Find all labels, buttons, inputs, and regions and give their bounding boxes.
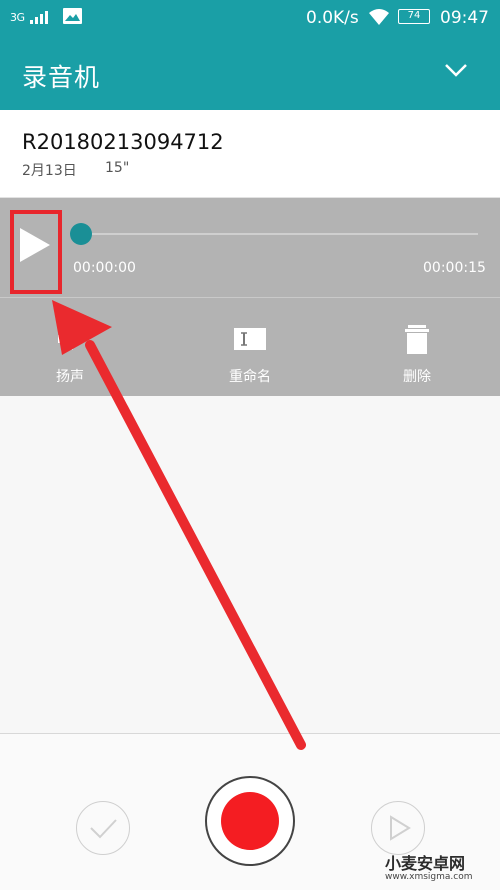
playback-panel: 00:00:00 00:00:15 [0,198,500,298]
wifi-icon [369,9,389,25]
total-time: 00:00:15 [423,260,486,276]
rename-button[interactable]: 重命名 [190,298,310,396]
record-button[interactable] [205,776,295,866]
play-list-button[interactable] [371,801,425,855]
progress-track[interactable] [80,233,478,235]
record-icon [221,792,279,850]
speaker-button[interactable]: 扬声 [10,298,130,396]
delete-label: 删除 [403,369,431,385]
trash-icon [405,325,429,354]
progress-thumb[interactable] [70,223,92,245]
play-list-icon [389,814,411,841]
delete-button[interactable]: 删除 [357,298,477,396]
app-title: 录音机 [22,63,101,92]
clock: 09:47 [440,8,489,28]
chevron-down-icon[interactable] [444,62,468,78]
speaker-icon [58,328,73,350]
status-bar: 3G 0.0K/s 74 09:47 [0,0,500,36]
check-button[interactable] [76,801,130,855]
network-speed: 0.0K/s [306,8,359,28]
recording-name: R20180213094712 [22,130,224,154]
speaker-label: 扬声 [56,369,84,385]
watermark: 小麦安卓网 www.xmsigma.com [385,848,500,890]
recording-date: 2月13日 [22,163,77,179]
current-time: 00:00:00 [73,260,136,276]
annotation-highlight-box [10,210,62,294]
rename-icon [234,328,266,350]
network-type: 3G [10,11,25,24]
battery-icon: 74 [398,9,430,24]
image-icon [63,8,82,24]
watermark-url: www.xmsigma.com [385,872,473,882]
app-bar: 录音机 [0,36,500,110]
rename-label: 重命名 [229,369,271,385]
signal-icon [30,11,48,24]
recording-item[interactable]: R20180213094712 2月13日 15" [0,110,500,198]
recording-duration: 15" [105,160,130,176]
check-icon [89,818,117,838]
watermark-title: 小麦安卓网 [385,854,466,873]
battery-level: 74 [407,10,421,21]
action-bar: 扬声 重命名 删除 [0,298,500,396]
